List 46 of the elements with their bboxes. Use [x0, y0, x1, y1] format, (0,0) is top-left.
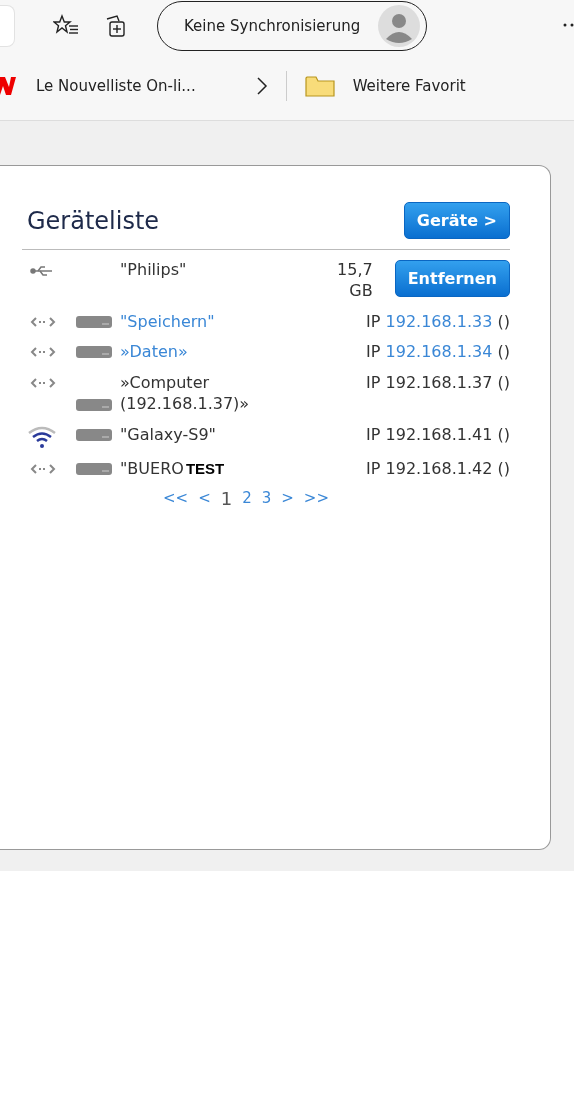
device-icon	[74, 399, 114, 412]
ip-link[interactable]: 192.168.1.34	[385, 342, 493, 362]
device-icon	[74, 462, 114, 475]
page-link[interactable]: >>	[303, 489, 329, 508]
storage-size: 15,7 GB	[336, 260, 373, 302]
more-icon[interactable]	[562, 22, 574, 28]
ip-address: IP 192.168.1.33 ()	[366, 311, 510, 331]
remove-button[interactable]: Entfernen	[394, 260, 510, 297]
page-link[interactable]: 3	[261, 489, 272, 508]
bookmark-link[interactable]: Le Nouvelliste On-li...	[0, 75, 196, 97]
ip-value: 192.168.1.42	[385, 458, 493, 478]
page-link[interactable]: 2	[242, 489, 252, 508]
bookmark-folder[interactable]: Weitere Favorit	[304, 75, 466, 97]
chevron-right-icon[interactable]	[255, 76, 268, 96]
device-icon	[74, 346, 114, 359]
wifi-icon	[26, 424, 58, 449]
ip-address: IP 192.168.1.37 ()	[366, 373, 510, 393]
site-logo-icon	[0, 75, 18, 97]
devices-button[interactable]: Geräte >	[403, 202, 510, 239]
ip-address: IP 192.168.1.41 ()	[366, 424, 510, 444]
device-link[interactable]: »Daten»	[120, 342, 188, 364]
device-link[interactable]: "Speichern"	[120, 311, 215, 333]
ip-value: 192.168.1.37	[385, 373, 493, 393]
ip-value: 192.168.1.41	[385, 424, 493, 444]
device-name: »Computer (192.168.1.37)»	[120, 373, 251, 415]
panel-title: Geräteliste	[27, 206, 160, 235]
device-name: "BUERO	[120, 458, 184, 480]
page-link[interactable]: >	[281, 489, 294, 508]
usb-icon	[30, 264, 54, 278]
page-link[interactable]: <	[198, 489, 211, 508]
ip-address: IP 192.168.1.42 ()	[366, 458, 510, 478]
page-link[interactable]: 1	[220, 487, 233, 509]
device-name: "Philips"	[120, 260, 187, 281]
sync-button[interactable]: Keine Synchronisierung	[157, 1, 428, 51]
device-icon	[74, 315, 114, 328]
device-icon	[74, 428, 114, 441]
ip-link[interactable]: 192.168.1.33	[385, 311, 493, 331]
bidirectional-arrow-icon	[30, 462, 56, 475]
page-link[interactable]: <<	[163, 489, 189, 508]
bidirectional-arrow-icon	[30, 346, 56, 359]
bidirectional-arrow-icon	[30, 377, 56, 390]
device-name: "Galaxy-S9"	[120, 424, 216, 446]
bidirectional-arrow-icon	[30, 315, 56, 328]
avatar-icon	[378, 5, 421, 47]
ip-address: IP 192.168.1.34 ()	[366, 342, 510, 362]
folder-icon	[304, 75, 335, 97]
